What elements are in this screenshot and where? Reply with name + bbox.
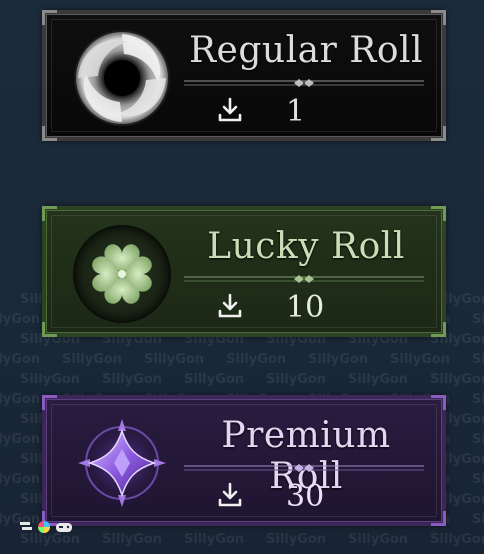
logo-mark-icon: [20, 522, 32, 530]
watermark-text: SillyGon: [472, 512, 484, 527]
frame-corner: [431, 206, 446, 221]
watermark-text: SillyGon: [226, 352, 287, 367]
watermark-text: SillyGon: [62, 352, 123, 367]
frame-corner: [431, 511, 446, 526]
watermark-text: SillyGon: [348, 532, 409, 547]
watermark-row: SillyGon SillyGon SillyGon SillyGon SillyGon…: [20, 368, 484, 387]
watermark-row: SillyGon SillyGon SillyGon SillyGon SillyGon…: [20, 528, 484, 547]
roll-count: 30: [286, 479, 325, 514]
frame-corner: [431, 395, 446, 410]
frame-corner: [431, 126, 446, 141]
watermark-text: SillyGon: [184, 532, 245, 547]
color-wheel-icon: [38, 521, 50, 533]
download-icon: [218, 97, 242, 122]
roll-count-row: 30: [216, 479, 376, 514]
ornamental-divider: [184, 275, 424, 283]
watermark-text: SillyGon: [184, 372, 245, 387]
card-title: Regular Roll: [188, 30, 424, 71]
ornamental-divider: [184, 464, 424, 472]
frame-corner: [431, 322, 446, 337]
watermark-text: SillyGon: [144, 352, 205, 367]
card-title: Lucky Roll: [207, 226, 405, 267]
watermark-text: SillyGon: [472, 472, 484, 487]
premium-roll-card[interactable]: Premium Roll 30: [42, 395, 446, 526]
watermark-text: SillyGon: [348, 372, 409, 387]
watermark-text: SillyGon: [0, 352, 41, 367]
watermark-text: SillyGon: [266, 532, 327, 547]
watermark-text: SillyGon: [472, 312, 484, 327]
corner-logos: [20, 521, 72, 533]
swirl-portal-icon: [74, 30, 170, 126]
frame-corner: [42, 322, 57, 337]
watermark-text: SillyGon: [266, 372, 327, 387]
gamepad-icon: [56, 523, 72, 532]
frame-corner: [42, 206, 57, 221]
purple-crystal-icon: [74, 415, 170, 511]
frame-corner: [42, 10, 57, 25]
watermark-text: SillyGon: [102, 372, 163, 387]
watermark-text: SillyGon: [390, 352, 451, 367]
frame-corner: [42, 395, 57, 410]
watermark-text: SillyGon: [308, 352, 369, 367]
lucky-roll-card[interactable]: Lucky Roll 10: [42, 206, 446, 337]
roll-count: 1: [286, 94, 306, 129]
roll-count-row: 10: [216, 290, 376, 325]
watermark-row: SillyGon SillyGon SillyGon SillyGon SillyGon…: [0, 348, 484, 367]
download-icon: [218, 293, 242, 318]
watermark-text: SillyGon: [430, 532, 484, 547]
download-icon: [218, 482, 242, 507]
frame-corner: [431, 10, 446, 25]
ornamental-divider: [184, 79, 424, 87]
watermark-text: SillyGon: [472, 392, 484, 407]
roll-count: 10: [286, 290, 325, 325]
watermark-text: SillyGon: [472, 352, 484, 367]
watermark-text: SillyGon: [102, 532, 163, 547]
watermark-text: SillyGon: [472, 432, 484, 447]
watermark-text: SillyGon: [430, 372, 484, 387]
roll-count-row: 1: [216, 94, 376, 129]
regular-roll-card[interactable]: Regular Roll 1: [42, 10, 446, 141]
frame-corner: [42, 126, 57, 141]
four-leaf-clover-icon: [73, 225, 171, 323]
watermark-text: SillyGon: [20, 372, 81, 387]
